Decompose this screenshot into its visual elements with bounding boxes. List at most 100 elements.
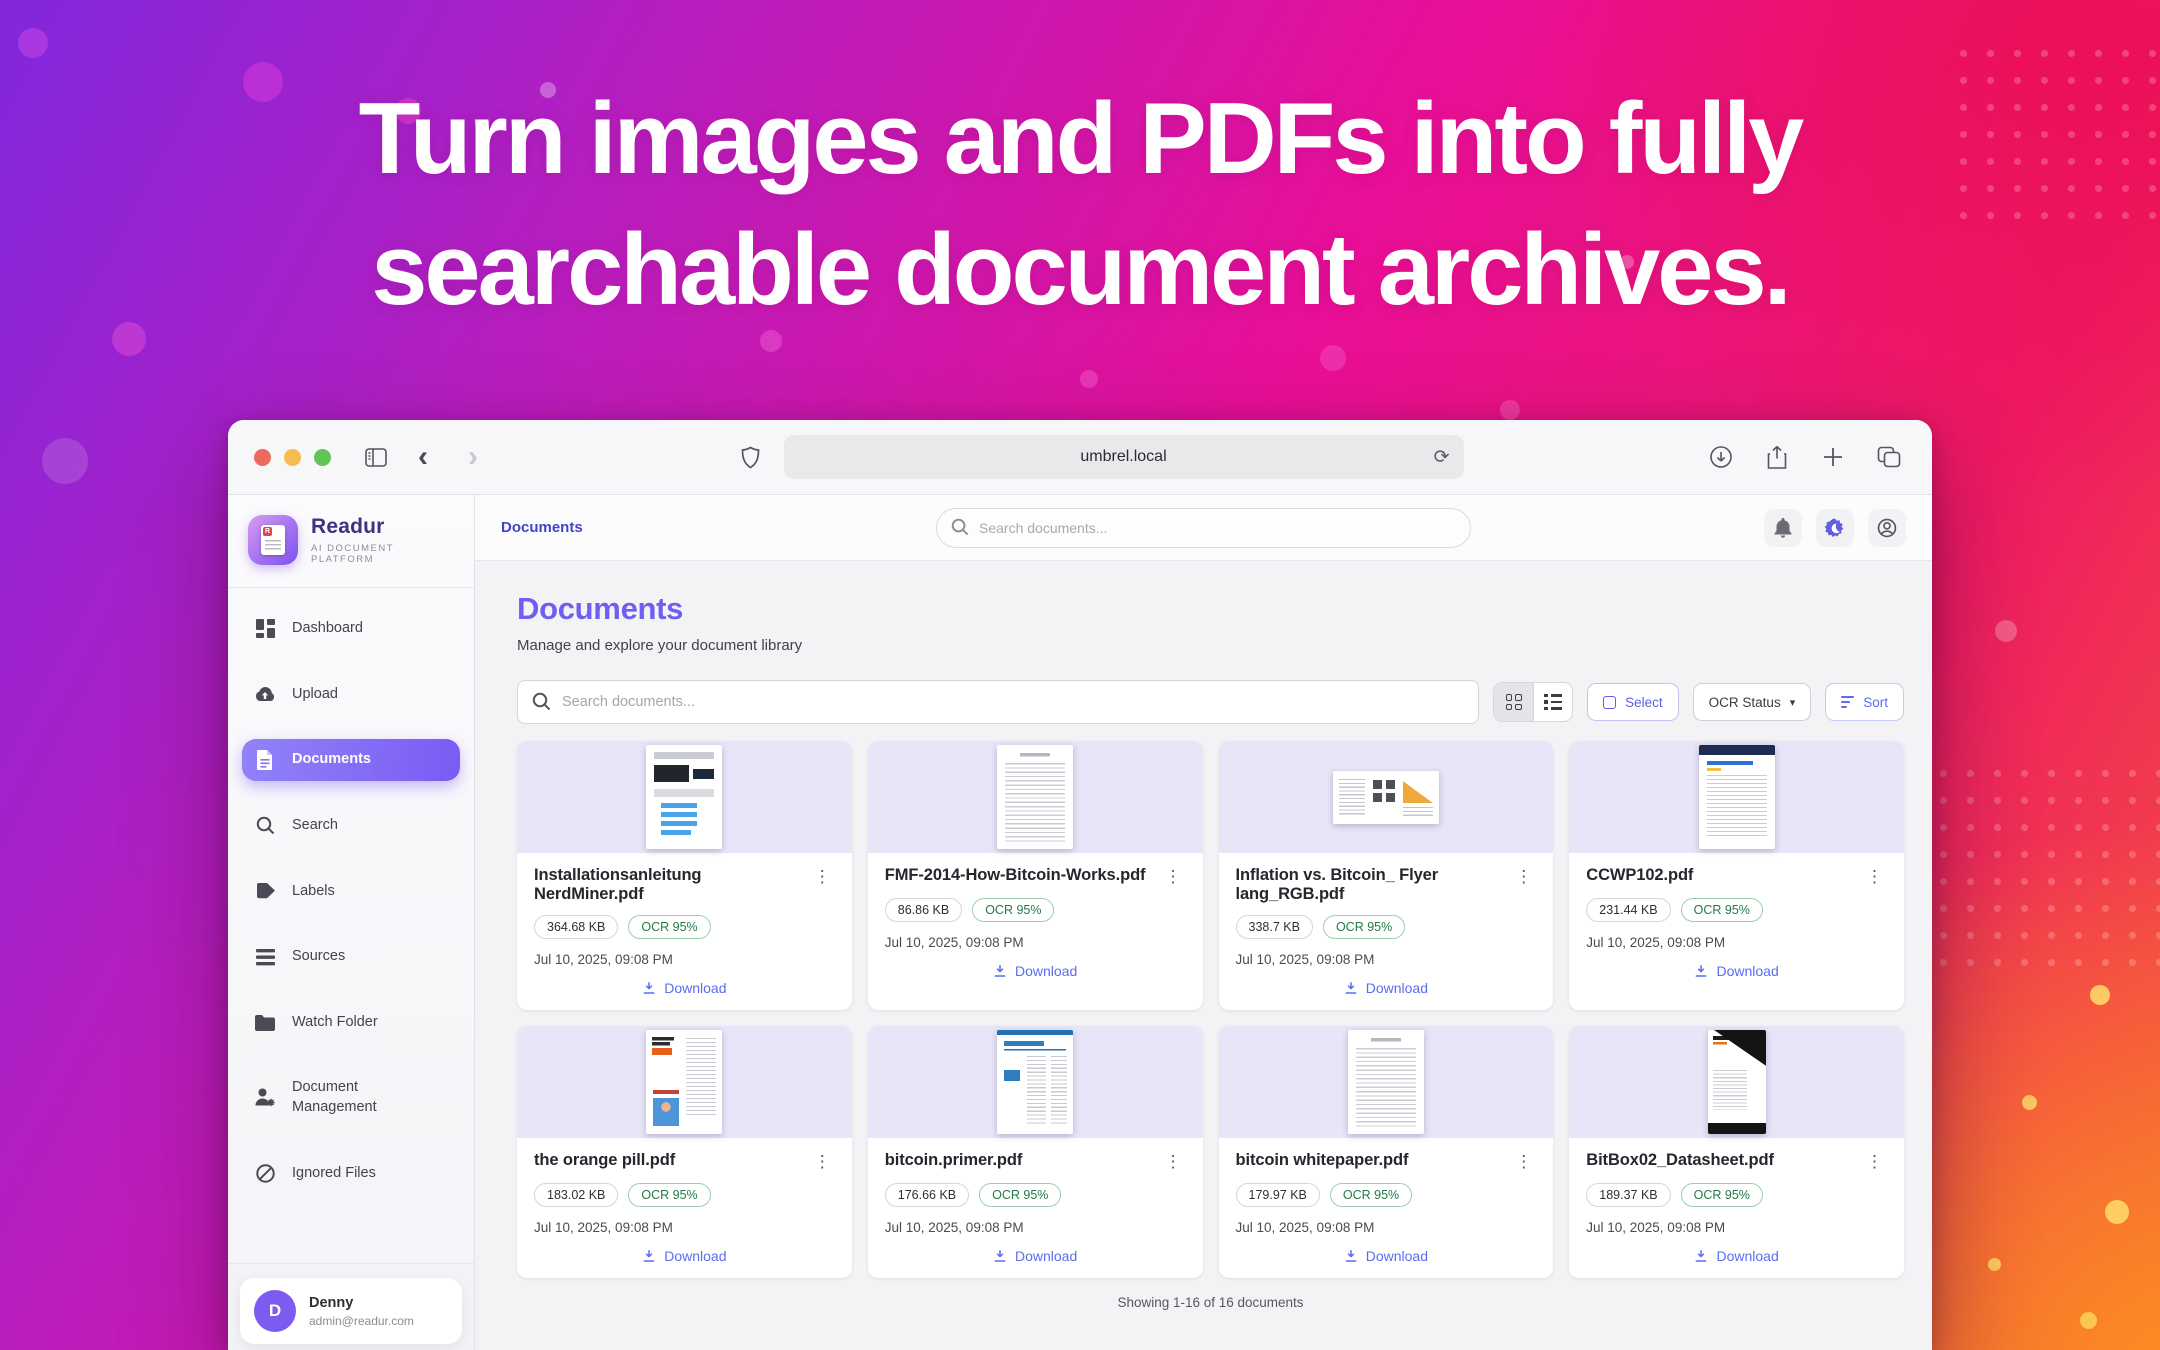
download-link[interactable]: Download [642,980,726,996]
kebab-menu-icon[interactable]: ⋮ [1161,866,1186,887]
account-icon[interactable] [1868,509,1906,547]
document-card[interactable]: BitBox02_Datasheet.pdf ⋮ 189.37 KB OCR 9… [1569,1026,1904,1278]
list-view-button[interactable] [1533,683,1572,721]
forward-button[interactable]: › [453,442,493,472]
document-preview-image [1333,771,1439,824]
document-thumbnail[interactable] [1569,741,1904,853]
grid-view-button[interactable] [1494,683,1533,721]
document-badges: 364.68 KB OCR 95% [534,915,835,939]
document-thumbnail[interactable] [868,1026,1203,1138]
download-link[interactable]: Download [993,1248,1077,1264]
share-icon[interactable] [1760,440,1794,474]
sidebar-item-documents[interactable]: Documents [242,739,460,781]
download-link[interactable]: Download [1344,1248,1428,1264]
download-link[interactable]: Download [642,1248,726,1264]
document-card[interactable]: CCWP102.pdf ⋮ 231.44 KB OCR 95% Jul 10, … [1569,741,1904,1010]
chevron-down-icon: ▾ [1790,696,1796,709]
download-link[interactable]: Download [993,963,1077,979]
sidebar-item-watch-folder[interactable]: Watch Folder [242,1002,460,1044]
kebab-menu-icon[interactable]: ⋮ [1862,866,1887,887]
kebab-menu-icon[interactable]: ⋮ [1161,1151,1186,1172]
document-card[interactable]: bitcoin whitepaper.pdf ⋮ 179.97 KB OCR 9… [1219,1026,1554,1278]
document-thumbnail[interactable] [517,1026,852,1138]
close-window-button[interactable] [254,449,271,466]
shield-icon[interactable] [734,440,768,474]
sort-button[interactable]: Sort [1825,683,1904,721]
document-preview-image [646,1030,722,1134]
sidebar-item-dashboard[interactable]: Dashboard [242,608,460,650]
document-name[interactable]: Inflation vs. Bitcoin_ Flyer lang_RGB.pd… [1236,866,1504,904]
theme-toggle-icon[interactable] [1816,509,1854,547]
decor-dot [1988,1258,2001,1271]
topbar-icons [1471,509,1906,547]
document-name[interactable]: the orange pill.pdf [534,1151,675,1170]
sidebar-item-document-management[interactable]: Document Management [242,1067,460,1128]
brand-tagline: AI DOCUMENT PLATFORM [311,543,460,565]
file-size-badge: 189.37 KB [1586,1183,1670,1207]
document-thumbnail[interactable] [1219,741,1554,853]
document-name[interactable]: bitcoin whitepaper.pdf [1236,1151,1409,1170]
ocr-status-dropdown[interactable]: OCR Status ▾ [1693,683,1812,721]
breadcrumb[interactable]: Documents [501,519,936,536]
documents-page: Documents Manage and explore your docume… [475,561,1932,1350]
label-tag-icon [254,883,276,899]
file-size-badge: 179.97 KB [1236,1183,1320,1207]
select-button[interactable]: Select [1587,683,1679,721]
user-card[interactable]: D Denny admin@readur.com [240,1278,462,1344]
document-name[interactable]: bitcoin.primer.pdf [885,1151,1023,1170]
sidebar-toggle-icon[interactable] [359,440,393,474]
back-button[interactable]: ‹ [403,442,443,472]
document-card[interactable]: the orange pill.pdf ⋮ 183.02 KB OCR 95% … [517,1026,852,1278]
ocr-status-badge: OCR 95% [628,1183,710,1207]
download-link[interactable]: Download [1694,963,1778,979]
kebab-menu-icon[interactable]: ⋮ [1862,1151,1887,1172]
document-card[interactable]: Inflation vs. Bitcoin_ Flyer lang_RGB.pd… [1219,741,1554,1010]
reload-icon[interactable]: ⟳ [1434,446,1450,469]
kebab-menu-icon[interactable]: ⋮ [810,866,835,887]
sidebar: R Readur AI DOCUMENT PLATFORM [228,495,475,1350]
kebab-menu-icon[interactable]: ⋮ [810,1151,835,1172]
download-link[interactable]: Download [1344,980,1428,996]
sidebar-item-search[interactable]: Search [242,805,460,847]
document-thumbnail[interactable] [1219,1026,1554,1138]
document-name[interactable]: CCWP102.pdf [1586,866,1693,885]
topbar-search-input[interactable] [936,508,1471,548]
new-tab-icon[interactable] [1816,440,1850,474]
search-icon [254,816,276,835]
document-date: Jul 10, 2025, 09:08 PM [1586,935,1887,950]
document-badges: 176.66 KB OCR 95% [885,1183,1186,1207]
document-date: Jul 10, 2025, 09:08 PM [885,935,1186,950]
download-icon [642,1249,656,1263]
document-preview-image [1708,1030,1766,1134]
downloads-icon[interactable] [1704,440,1738,474]
zoom-window-button[interactable] [314,449,331,466]
document-thumbnail[interactable] [517,741,852,853]
kebab-menu-icon[interactable]: ⋮ [1511,866,1536,887]
sidebar-item-ignored-files[interactable]: Ignored Files [242,1153,460,1195]
document-thumbnail[interactable] [868,741,1203,853]
sidebar-item-sources[interactable]: Sources [242,936,460,978]
document-name[interactable]: FMF-2014-How-Bitcoin-Works.pdf [885,866,1146,885]
tab-overview-icon[interactable] [1872,440,1906,474]
minimize-window-button[interactable] [284,449,301,466]
address-bar[interactable]: umbrel.local ⟳ [784,435,1464,479]
document-preview-image [646,745,722,849]
document-card[interactable]: FMF-2014-How-Bitcoin-Works.pdf ⋮ 86.86 K… [868,741,1203,1010]
document-name[interactable]: BitBox02_Datasheet.pdf [1586,1151,1774,1170]
documents-search-input[interactable] [517,680,1479,724]
document-card[interactable]: Installationsanleitung NerdMiner.pdf ⋮ 3… [517,741,852,1010]
document-card-body: bitcoin.primer.pdf ⋮ 176.66 KB OCR 95% J… [868,1138,1203,1278]
document-card-body: bitcoin whitepaper.pdf ⋮ 179.97 KB OCR 9… [1219,1138,1554,1278]
document-card[interactable]: bitcoin.primer.pdf ⋮ 176.66 KB OCR 95% J… [868,1026,1203,1278]
sidebar-item-upload[interactable]: Upload [242,674,460,716]
decor-dot [1500,400,1520,420]
document-name[interactable]: Installationsanleitung NerdMiner.pdf [534,866,802,904]
browser-window: ‹ › umbrel.local ⟳ [228,420,1932,1350]
notifications-bell-icon[interactable] [1764,509,1802,547]
document-thumbnail[interactable] [1569,1026,1904,1138]
download-link[interactable]: Download [1694,1248,1778,1264]
file-size-badge: 338.7 KB [1236,915,1313,939]
sidebar-item-labels[interactable]: Labels [242,871,460,913]
sidebar-nav: Dashboard Upload Documents [228,608,474,1194]
kebab-menu-icon[interactable]: ⋮ [1511,1151,1536,1172]
